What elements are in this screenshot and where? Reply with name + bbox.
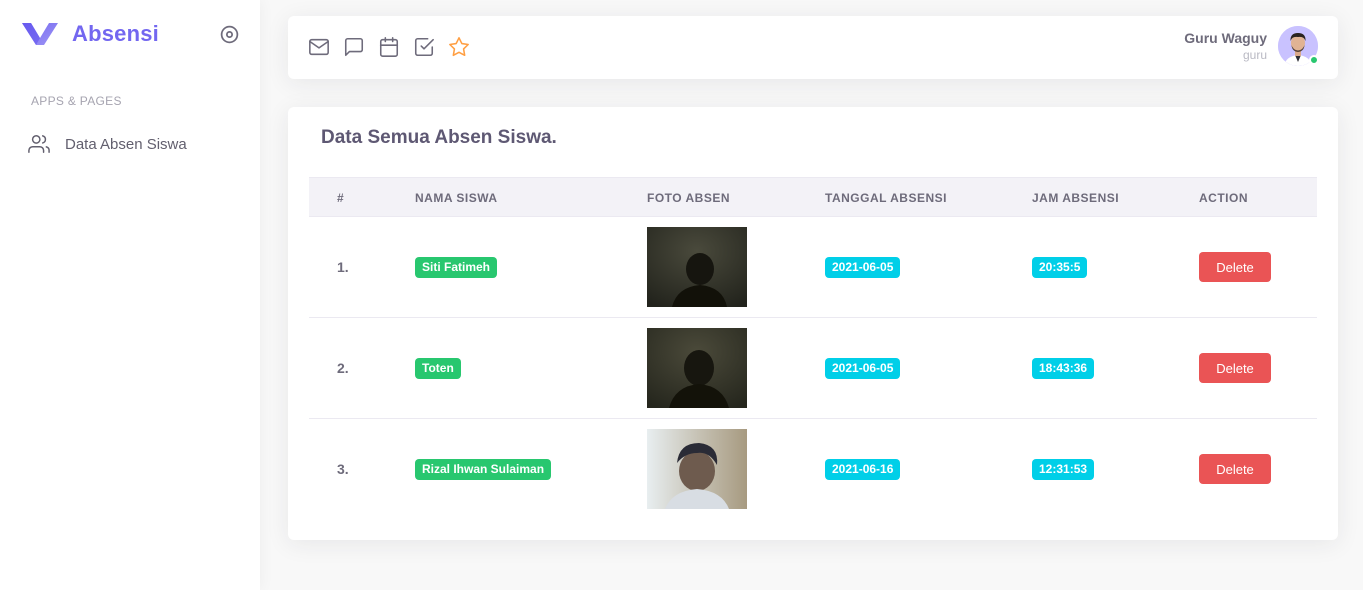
attendance-photo[interactable] [647,227,747,307]
user-name: Guru Waguy [1184,30,1267,46]
date-badge: 2021-06-16 [825,459,901,480]
user-info: Guru Waguy guru [1184,30,1267,62]
time-badge: 20:35:5 [1032,257,1088,278]
delete-button[interactable]: Delete [1199,252,1271,282]
message-square-icon[interactable] [343,36,365,58]
navbar-shortcuts [308,36,470,58]
users-icon [28,135,50,153]
table-row: 1. Siti Fatimeh 2021-06-05 20:35:5 Delet… [309,217,1317,318]
table-row: 3. Rizal Ihwan Sulaiman 2021-06-16 12:31… [309,419,1317,520]
sidebar: Absensi APPS & PAGES Data Absen Siswa [0,0,260,590]
row-number: 2. [337,360,349,376]
card-title: Data Semua Absen Siswa. [321,127,557,148]
column-header-name: NAMA SISWA [415,191,498,205]
date-badge: 2021-06-05 [825,358,901,379]
sidebar-item-label: Data Absen Siswa [65,135,187,153]
student-name-badge: Toten [415,358,461,379]
user-role: guru [1242,48,1267,62]
table-header: # NAMA SISWA FOTO ABSEN TANGGAL ABSENSI … [309,177,1317,217]
brand[interactable]: Absensi [22,20,159,48]
calendar-icon[interactable] [378,36,400,58]
table-row: 2. Toten 2021-06-05 18:43:36 Delete [309,318,1317,419]
delete-button[interactable]: Delete [1199,353,1271,383]
collapse-toggle-icon[interactable] [219,24,240,45]
row-number: 3. [337,461,349,477]
user-menu[interactable]: Guru Waguy guru [1184,26,1319,66]
student-name-badge: Rizal Ihwan Sulaiman [415,459,552,480]
date-badge: 2021-06-05 [825,257,901,278]
online-status-dot [1309,55,1319,65]
avatar[interactable] [1278,26,1319,66]
delete-button[interactable]: Delete [1199,454,1271,484]
column-header-number: # [337,191,345,205]
time-badge: 12:31:53 [1032,459,1095,480]
star-icon[interactable] [448,36,470,58]
brand-name: Absensi [72,21,159,46]
sidebar-section-header: APPS & PAGES [31,94,122,108]
time-badge: 18:43:36 [1032,358,1095,379]
attendance-card: Data Semua Absen Siswa. # NAMA SISWA FOT… [288,107,1338,540]
sidebar-item-data-absen-siswa[interactable]: Data Absen Siswa [28,131,187,157]
row-number: 1. [337,259,349,275]
student-name-badge: Siti Fatimeh [415,257,498,278]
column-header-action: ACTION [1199,191,1248,205]
column-header-time: JAM ABSENSI [1032,191,1120,205]
brand-logo-icon [22,23,58,45]
column-header-photo: FOTO ABSEN [647,191,731,205]
column-header-date: TANGGAL ABSENSI [825,191,947,205]
attendance-table: # NAMA SISWA FOTO ABSEN TANGGAL ABSENSI … [309,177,1317,520]
check-square-icon[interactable] [413,36,435,58]
mail-icon[interactable] [308,36,330,58]
attendance-photo[interactable] [647,429,747,509]
attendance-photo[interactable] [647,328,747,408]
navbar: Guru Waguy guru [288,16,1338,79]
